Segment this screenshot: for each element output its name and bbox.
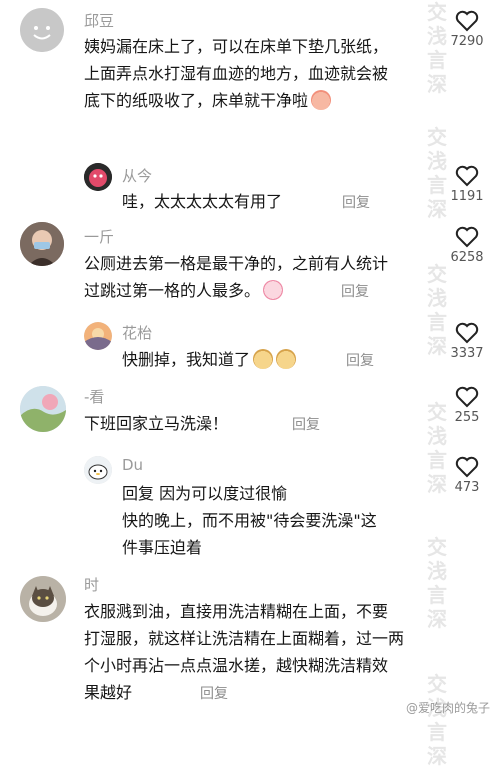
comment-text: 姨妈漏在床上了，可以在床单下垫几张纸， 上面弄点水打湿有血迹的地方，血迹就会被 … [84,37,389,110]
username[interactable]: 时 [84,574,99,595]
like-count: 255 [454,410,480,425]
username[interactable]: Du [122,456,143,474]
like-button[interactable]: 3337 [446,322,488,361]
user-avatar[interactable] [84,456,112,484]
like-button[interactable]: 255 [446,386,488,425]
username[interactable]: 从今 [122,165,152,186]
user-avatar[interactable] [20,386,66,432]
like-button[interactable]: 1191 [446,165,488,204]
username[interactable]: 花枱 [122,322,152,343]
comment-text: 公厕进去第一格是最干净的，之前有人统计 过跳过第一格的人最多。 回复 [84,254,389,300]
comment-text: 衣服溅到油，直接用洗洁精糊在上面，不要 打湿服，就这样让洗洁精在上面糊着，过一两… [84,602,405,702]
heart-icon [455,386,479,408]
like-count: 6258 [450,250,484,265]
reply-button[interactable]: 回复 [200,686,228,702]
like-count: 3337 [450,346,484,361]
reply-button[interactable]: 回复 [342,195,370,211]
like-count: 7290 [450,34,484,49]
heart-icon [455,456,479,478]
comment-text: 回复 因为可以度过很愉 快的晚上，而不用被"待会要洗澡"这 件事压迫着 [122,484,377,557]
username[interactable]: 邱豆 [84,10,114,31]
like-button[interactable]: 473 [446,456,488,495]
heart-icon [455,10,479,32]
user-avatar[interactable] [20,222,64,266]
author-watermark: @爱吃肉的兔子 [405,701,490,715]
heart-icon [455,165,479,187]
peach-emoji-icon [311,90,332,110]
comment-text: 下班回家立马洗澡！ 回复 [84,414,321,433]
username[interactable]: -看 [84,386,104,407]
user-avatar[interactable] [20,576,66,622]
like-button[interactable]: 6258 [446,226,488,265]
heart-icon [455,322,479,344]
like-count: 1191 [450,189,484,204]
crying-emoji-icon [263,280,284,300]
user-avatar[interactable] [84,163,112,191]
comment-text: 哇，太太太太太有用了 回复 [122,192,371,211]
reply-button[interactable]: 回复 [346,353,374,369]
user-avatar[interactable] [84,322,112,350]
emoji-face-icon [253,349,274,369]
like-count: 473 [454,480,480,495]
emoji-face-icon [276,349,297,369]
reply-button[interactable]: 回复 [292,417,320,433]
heart-icon [455,226,479,248]
user-avatar[interactable] [20,8,64,52]
like-button[interactable]: 7290 [446,10,488,49]
reply-button[interactable]: 回复 [341,284,369,300]
comment-text: 快删掉，我知道了 回复 [122,349,375,369]
username[interactable]: 一斤 [84,226,114,247]
